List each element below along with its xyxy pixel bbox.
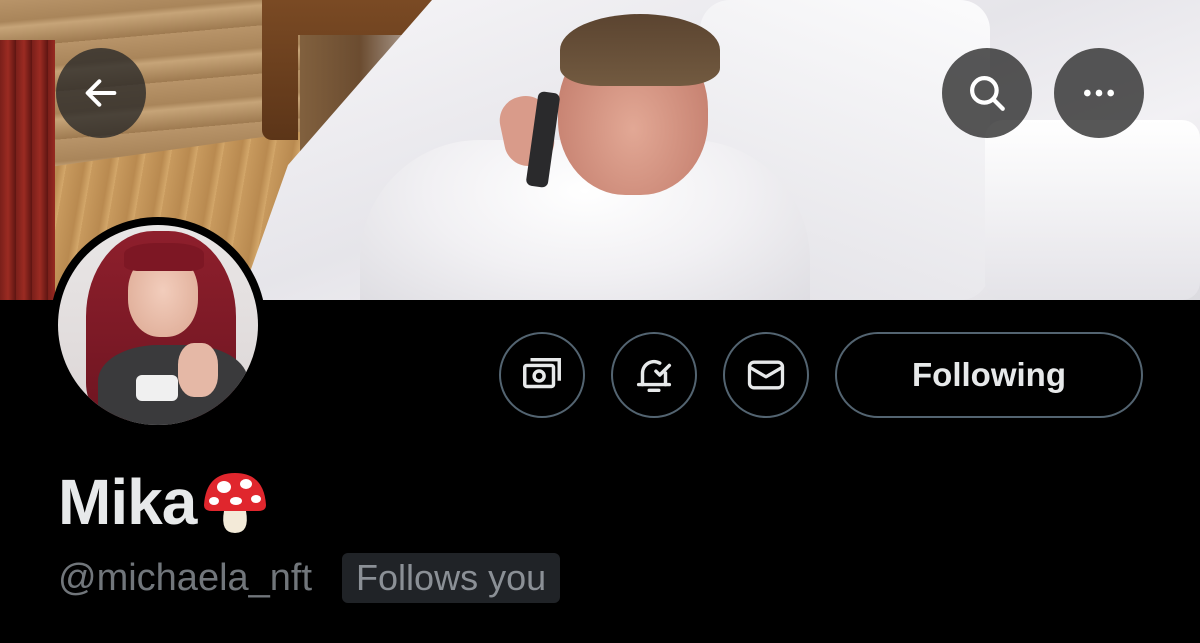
search-button[interactable] — [942, 48, 1032, 138]
banner-curtain — [0, 40, 55, 300]
user-handle: @michaela_nft — [58, 556, 313, 599]
display-name: Mika — [58, 466, 197, 538]
avatar[interactable] — [50, 217, 266, 433]
message-button[interactable] — [723, 332, 809, 418]
avatar-bangs — [124, 243, 204, 271]
bell-check-icon — [636, 359, 672, 393]
more-button[interactable] — [1054, 48, 1144, 138]
profile-handle-row: @michaela_nft Follows you — [58, 552, 561, 604]
notifications-button[interactable] — [611, 332, 697, 418]
envelope-icon — [747, 360, 785, 390]
mushroom-icon — [204, 473, 267, 533]
money-icon — [523, 357, 561, 389]
follows-you-badge: Follows you — [342, 553, 561, 603]
banner-person-hair — [560, 14, 720, 86]
banner-pillow-right — [985, 120, 1200, 300]
avatar-shirt-logo — [136, 375, 178, 401]
search-icon — [970, 76, 1005, 111]
following-button[interactable]: Following — [835, 332, 1143, 418]
avatar-hand — [178, 343, 218, 397]
more-horizontal-icon — [1084, 89, 1114, 97]
tip-button[interactable] — [499, 332, 585, 418]
arrow-left-icon — [85, 79, 117, 107]
profile-name-row: Mika — [58, 462, 270, 542]
back-button[interactable] — [56, 48, 146, 138]
avatar-image — [58, 225, 258, 425]
